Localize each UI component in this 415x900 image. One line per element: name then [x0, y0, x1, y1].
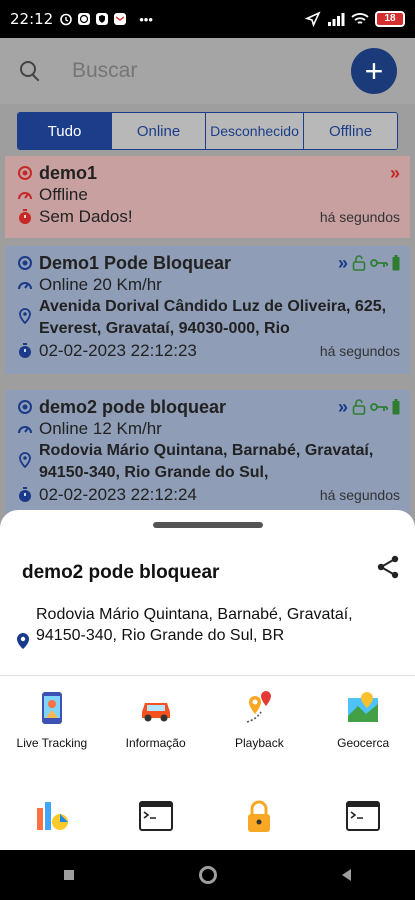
device-name: demo2 pode bloquear: [39, 397, 227, 417]
speedometer-icon: [18, 192, 32, 200]
action-label: Informação: [125, 736, 186, 750]
mail-icon: [114, 13, 127, 25]
last-update: há segundos: [319, 209, 400, 225]
geocerca-button[interactable]: Geocerca: [311, 690, 415, 750]
location-pin-icon: [19, 308, 31, 324]
target-icon: [18, 256, 32, 270]
action-label: Live Tracking: [16, 736, 88, 750]
lock-icon: [248, 800, 271, 832]
double-chevron-icon[interactable]: »: [338, 252, 348, 274]
search-bar: +: [0, 38, 415, 104]
device-card[interactable]: demo1 » Offline Sem Dados! há segundos: [5, 156, 410, 238]
target-icon: [18, 400, 32, 414]
informacao-button[interactable]: Informação: [104, 690, 208, 750]
stopwatch-icon: [19, 209, 31, 224]
sheet-address-text: Rodovia Mário Quintana, Barnabé, Gravata…: [36, 606, 353, 644]
search-icon[interactable]: [18, 59, 42, 83]
share-icon[interactable]: [375, 554, 401, 580]
actions-row: Live Tracking Informação Playback Geocer…: [0, 690, 415, 750]
actions-row: [0, 798, 415, 844]
lock-open-icon[interactable]: [352, 399, 366, 415]
battery-level-icon: [392, 255, 400, 271]
device-name: Demo1 Pode Bloquear: [39, 253, 232, 273]
more-icon: •••: [139, 11, 153, 27]
sheet-address: Rodovia Mário Quintana, Barnabé, Gravata…: [16, 604, 396, 650]
send-command-button[interactable]: [311, 798, 415, 844]
block-button[interactable]: [208, 798, 312, 844]
key-icon: [370, 403, 388, 411]
report-chart-icon: [36, 802, 68, 830]
device-card[interactable]: demo2 pode bloquear » Online 12 Km/hr Ro…: [5, 390, 410, 518]
device-time: Sem Dados!: [39, 207, 133, 226]
shield-icon: [96, 13, 109, 25]
target-icon: [18, 166, 32, 180]
location-icon: [305, 11, 321, 27]
terminal-icon: [346, 801, 381, 831]
terminal-icon: [138, 801, 173, 831]
battery-level-icon: [392, 399, 400, 415]
home-icon[interactable]: [198, 865, 218, 885]
stopwatch-icon: [19, 343, 31, 358]
double-chevron-icon[interactable]: »: [390, 162, 400, 184]
device-address: Avenida Dorival Cândido Luz de Oliveira,…: [39, 298, 387, 337]
sheet-title: demo2 pode bloquear: [22, 562, 220, 583]
add-device-button[interactable]: +: [351, 48, 397, 94]
playback-button[interactable]: Playback: [208, 690, 312, 750]
stopwatch-icon: [19, 487, 31, 502]
tab-offline[interactable]: Offline: [303, 113, 397, 149]
device-status: Offline: [39, 185, 88, 204]
status-filter-tabs: Tudo Online Desconhecido Offline: [17, 112, 398, 150]
wifi-icon: [351, 13, 369, 24]
recents-icon[interactable]: [61, 867, 77, 883]
last-update: há segundos: [319, 487, 400, 503]
lock-open-icon[interactable]: [352, 255, 366, 271]
alarm-icon: [60, 13, 73, 26]
car-icon: [141, 703, 170, 722]
device-status: Online 20 Km/hr: [39, 275, 162, 294]
speedometer-icon: [18, 282, 32, 290]
location-pin-icon: [19, 452, 31, 468]
device-status: Online 12 Km/hr: [39, 419, 162, 438]
action-label: Playback: [235, 736, 284, 750]
tab-desconhecido[interactable]: Desconhecido: [205, 113, 303, 149]
divider: [0, 675, 415, 676]
drag-handle[interactable]: [153, 522, 263, 528]
action-label: Geocerca: [337, 736, 390, 750]
live-tracking-button[interactable]: Live Tracking: [0, 690, 104, 750]
report-button[interactable]: [0, 798, 104, 844]
device-time: 02-02-2023 22:12:23: [39, 341, 197, 360]
clock: 22:12: [10, 10, 54, 28]
battery-icon: 18: [375, 11, 405, 27]
device-name: demo1: [39, 163, 98, 183]
tab-online[interactable]: Online: [111, 113, 205, 149]
phone-map-icon: [41, 692, 62, 724]
app-screen: + Tudo Online Desconhecido Offline demo1…: [0, 38, 415, 850]
device-bottom-sheet: demo2 pode bloquear Rodovia Mário Quinta…: [0, 510, 415, 850]
map-icon: [348, 692, 379, 722]
status-bar: 22:12 ••• 18: [0, 0, 415, 38]
key-icon: [370, 259, 388, 267]
tab-tudo[interactable]: Tudo: [18, 113, 111, 149]
location-pin-icon: [17, 633, 29, 649]
speedometer-icon: [18, 426, 32, 434]
last-update: há segundos: [319, 343, 400, 359]
system-nav-bar: [0, 850, 415, 900]
route-pins-icon: [247, 691, 272, 723]
whatsapp-icon: [78, 13, 91, 25]
command-button[interactable]: [104, 798, 208, 844]
device-time: 02-02-2023 22:12:24: [39, 485, 197, 504]
device-address: Rodovia Mário Quintana, Barnabé, Gravata…: [39, 442, 374, 481]
search-input[interactable]: [72, 59, 351, 83]
device-card[interactable]: Demo1 Pode Bloquear » Online 20 Km/hr Av…: [5, 246, 410, 374]
double-chevron-icon[interactable]: »: [338, 396, 348, 418]
back-icon[interactable]: [339, 867, 355, 883]
signal-icon: [328, 13, 345, 26]
